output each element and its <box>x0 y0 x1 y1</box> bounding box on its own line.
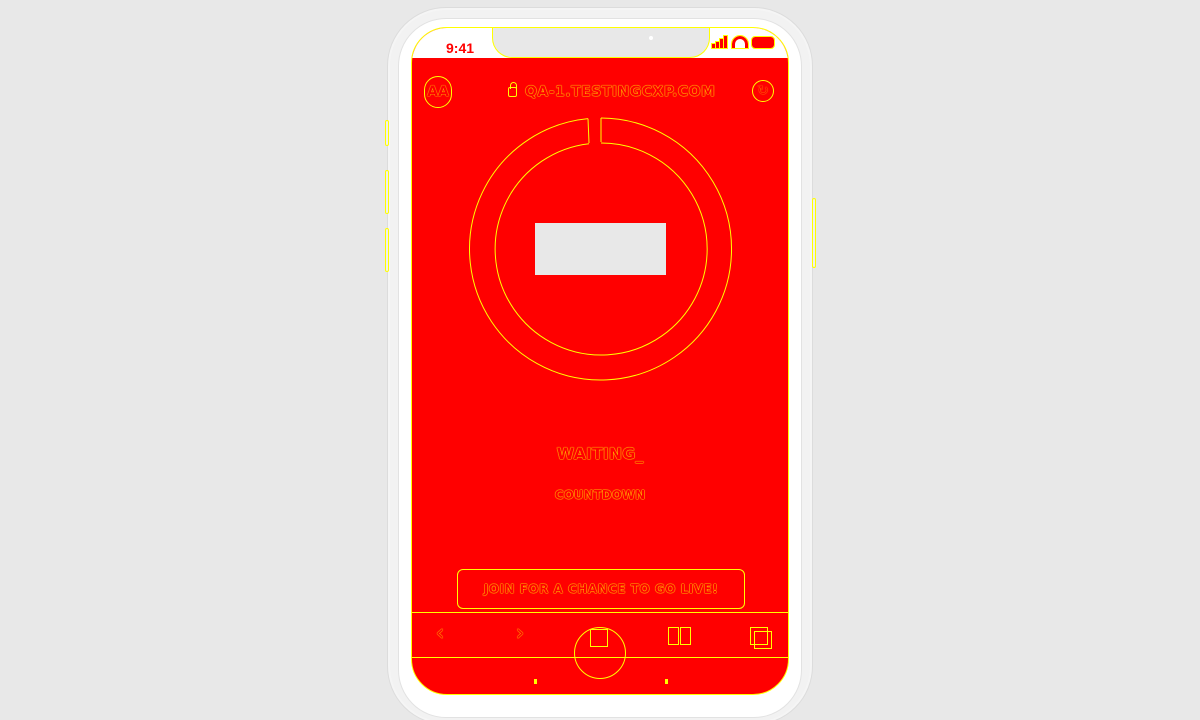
book-icon[interactable] <box>668 627 692 645</box>
status-time: 9:41 <box>446 40 475 56</box>
back-icon[interactable]: ‹ <box>428 621 452 647</box>
share-icon <box>590 629 608 647</box>
power-button <box>812 198 816 268</box>
status-bar: 9:41 <box>412 28 788 58</box>
wifi-icon <box>731 35 749 49</box>
reload-icon[interactable]: ↻ <box>752 80 774 102</box>
waiting-text: WAITING_ <box>556 444 644 463</box>
battery-icon <box>751 35 775 49</box>
phone-screen: 9:41 AA QA-1.TESTINGCXP.COM ↻ WAITING_ C… <box>411 27 789 695</box>
signal-icon <box>711 35 728 49</box>
url-text: QA-1.TESTINGCXP.COM <box>525 84 716 100</box>
home-indicator <box>534 679 668 684</box>
camera-dot <box>649 36 653 40</box>
countdown-display-placeholder <box>535 223 666 275</box>
join-button[interactable]: JOIN FOR A CHANCE TO GO LIVE! <box>457 569 745 609</box>
volume-down-button <box>385 228 389 272</box>
countdown-label: COUNTDOWN <box>554 488 646 502</box>
browser-toolbar: ‹ › <box>412 612 788 679</box>
tabs-icon[interactable] <box>750 627 772 649</box>
volume-up-button <box>385 170 389 214</box>
lock-icon <box>508 82 517 97</box>
url-field[interactable]: QA-1.TESTINGCXP.COM <box>508 82 716 100</box>
notch <box>492 28 710 58</box>
countdown-ring-gap <box>587 118 602 144</box>
forward-icon[interactable]: › <box>508 621 532 647</box>
text-size-button[interactable]: AA <box>424 76 452 108</box>
browser-address-bar: AA QA-1.TESTINGCXP.COM ↻ <box>412 72 788 116</box>
mute-switch <box>385 120 389 146</box>
status-icons <box>711 35 775 49</box>
